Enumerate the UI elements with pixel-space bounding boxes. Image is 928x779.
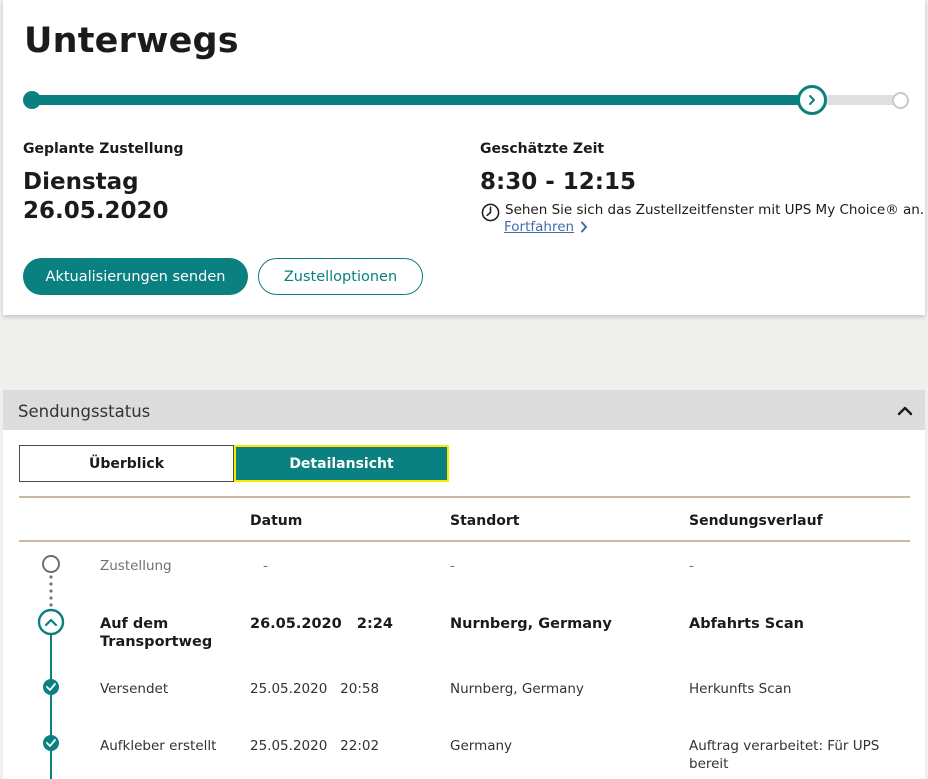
timeline-dotted-connector — [49, 575, 53, 607]
page-title: Unterwegs — [24, 21, 239, 61]
my-choice-info-text: Sehen Sie sich das Zustellzeitfenster mi… — [505, 202, 925, 218]
progress-fill — [31, 95, 813, 105]
delivery-options-button[interactable]: Zustelloptionen — [258, 258, 423, 295]
planned-delivery-label: Geplante Zustellung — [23, 141, 184, 157]
timeline-pending-icon — [42, 555, 60, 573]
delivery-progress-bar — [23, 83, 909, 117]
tab-detail[interactable]: Detailansicht — [234, 445, 449, 482]
progress-current-marker — [797, 85, 828, 115]
chevron-up-icon[interactable] — [895, 401, 915, 421]
row-activity: Herkunfts Scan — [689, 681, 792, 697]
row-activity: - — [689, 558, 694, 574]
check-circle-icon — [43, 735, 59, 751]
planned-delivery-day: Dienstag — [23, 169, 139, 195]
chevron-right-icon — [581, 221, 588, 233]
progress-start-dot — [23, 91, 41, 109]
estimated-time-window: 8:30 - 12:15 — [480, 169, 636, 195]
chevron-right-icon — [809, 95, 816, 105]
tab-overview[interactable]: Überblick — [19, 445, 234, 482]
row-activity: Auftrag verarbeitet: Für UPS bereit — [689, 738, 880, 772]
row-status: Auf dem Transportweg — [100, 616, 213, 650]
row-location: Germany — [450, 738, 513, 754]
shipment-status-panel: Sendungsstatus Überblick Detailansicht D… — [3, 390, 925, 779]
table-top-rule — [19, 496, 910, 498]
column-header-date: Datum — [250, 513, 303, 529]
row-date: 25.05.2020 20:58 — [250, 681, 380, 697]
table-header-rule — [19, 540, 910, 542]
continue-link[interactable]: Fortfahren — [504, 219, 588, 235]
row-location: - — [450, 558, 455, 574]
clock-icon — [481, 203, 500, 222]
row-activity: Abfahrts Scan — [689, 616, 804, 632]
delivery-status-card: Unterwegs Geplante Zustellung Dienstag 2… — [3, 0, 925, 315]
continue-link-label: Fortfahren — [504, 219, 575, 235]
shipment-timeline — [37, 555, 65, 779]
row-status: Versendet — [100, 681, 169, 697]
column-header-activity: Sendungsverlauf — [689, 513, 823, 529]
row-date: 25.05.2020 22:02 — [250, 738, 380, 754]
send-updates-button[interactable]: Aktualisierungen senden — [23, 258, 248, 295]
progress-end-dot — [892, 92, 909, 109]
chevron-up-icon — [37, 608, 65, 636]
row-status: Zustellung — [100, 558, 172, 574]
row-date: - — [263, 558, 268, 574]
panel-title: Sendungsstatus — [18, 402, 151, 421]
row-status: Aufkleber erstellt — [100, 738, 217, 754]
planned-delivery-date: 26.05.2020 — [23, 198, 169, 224]
row-date: 26.05.2020 2:24 — [250, 616, 393, 632]
estimated-time-label: Geschätzte Zeit — [480, 141, 605, 157]
row-location: Nurnberg, Germany — [450, 616, 612, 632]
panel-header[interactable]: Sendungsstatus — [3, 390, 925, 430]
row-location: Nurnberg, Germany — [450, 681, 584, 697]
view-toggle: Überblick Detailansicht — [19, 445, 449, 482]
column-header-location: Standort — [450, 513, 520, 529]
check-circle-icon — [43, 679, 59, 695]
